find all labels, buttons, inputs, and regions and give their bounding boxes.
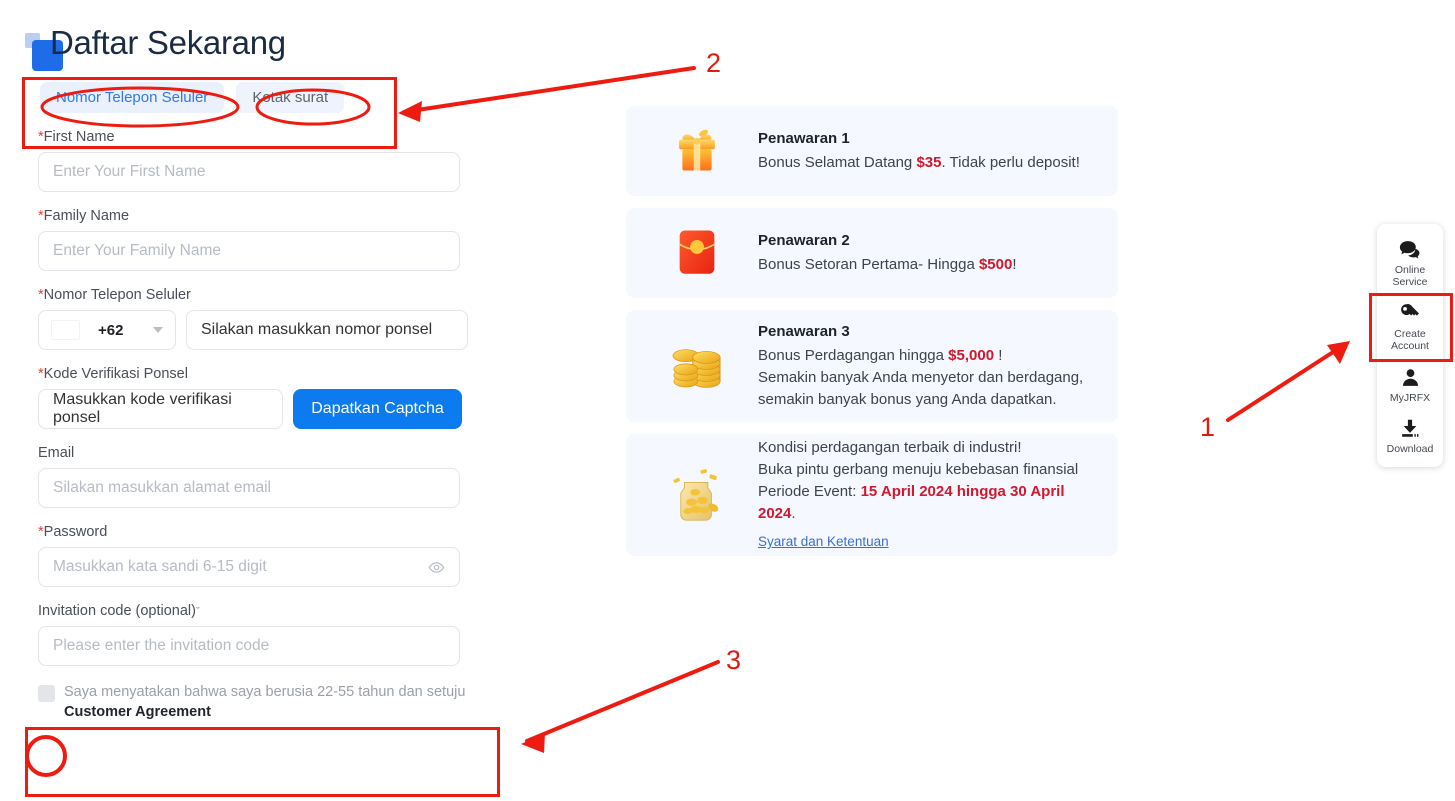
family-name-label: *Family Name xyxy=(38,208,130,224)
promotions-list: Penawaran 1 Bonus Selamat Datang $35. Ti… xyxy=(626,106,1118,568)
agreement-text: Saya menyatakan bahwa saya berusia 22-55… xyxy=(64,684,466,700)
chevron-down-icon: ˇ xyxy=(196,606,200,618)
tab-kotak-surat[interactable]: Kotak surat xyxy=(236,82,345,113)
annotation-number-2: 2 xyxy=(706,48,722,78)
annotation-arrow-1-line xyxy=(1226,343,1346,422)
event-card: Kondisi perdagangan terbaik di industri!… xyxy=(626,434,1118,556)
floating-side-widget: Online Service Create Account MyJRFX Dow… xyxy=(1377,224,1443,468)
annotation-arrow-3-head xyxy=(521,733,545,753)
event-line-2: Buka pintu gerbang menuju kebebasan fina… xyxy=(758,460,1079,478)
promo-line: Bonus Perdagangan hingga $5,000 ! xyxy=(758,346,1003,364)
gold-coins-icon xyxy=(660,340,734,392)
registration-method-tabs: Nomor Telepon Seluler Kotak surat xyxy=(40,82,468,113)
field-family-name: *Family Name Enter Your Family Name xyxy=(38,208,468,271)
promo-line-2: Semakin banyak Anda menyetor dan berdaga… xyxy=(758,369,1084,386)
event-period: Periode Event: 15 April 2024 hingga 30 A… xyxy=(758,482,1065,523)
annotation-arrow-3-line xyxy=(525,660,720,743)
promo-body: Penawaran 2 Bonus Setoran Pertama- Hingg… xyxy=(758,230,1017,276)
family-name-placeholder: Enter Your Family Name xyxy=(53,242,221,259)
password-label: *Password xyxy=(38,524,108,540)
eye-icon[interactable] xyxy=(428,559,445,576)
promo-title: Penawaran 3 xyxy=(758,322,850,340)
registration-form-panel: Daftar Sekarang Nomor Telepon Seluler Ko… xyxy=(25,24,468,720)
terms-and-conditions-link[interactable]: Syarat dan Ketentuan xyxy=(758,532,889,552)
invitation-placeholder: Please enter the invitation code xyxy=(53,637,270,654)
brand-row: Daftar Sekarang xyxy=(25,24,468,74)
promo-body: Penawaran 1 Bonus Selamat Datang $35. Ti… xyxy=(758,128,1080,174)
email-placeholder: Silakan masukkan alamat email xyxy=(53,479,271,496)
phone-number-input[interactable]: Silakan masukkan nomor ponsel xyxy=(186,310,468,350)
download-icon xyxy=(1399,417,1421,440)
verification-code-input[interactable]: Masukkan kode verifikasi ponsel xyxy=(38,389,283,429)
field-phone: *Nomor Telepon Seluler +62 Silakan masuk… xyxy=(38,287,468,350)
customer-agreement-link[interactable]: Customer Agreement xyxy=(64,704,465,720)
phone-label: *Nomor Telepon Seluler xyxy=(38,287,191,303)
user-icon xyxy=(1400,366,1421,389)
promo-card: Penawaran 3 Bonus Perdagangan hingga $5,… xyxy=(626,310,1118,422)
agreement-row: Saya menyatakan bahwa saya berusia 22-55… xyxy=(38,682,468,720)
annotation-number-3: 3 xyxy=(726,645,742,675)
verification-placeholder: Masukkan kode verifikasi ponsel xyxy=(53,391,232,426)
agreement-checkbox[interactable] xyxy=(38,685,55,702)
promo-card: Penawaran 1 Bonus Selamat Datang $35. Ti… xyxy=(626,106,1118,196)
country-code-select[interactable]: +62 xyxy=(38,310,176,350)
field-first-name: *First Name Enter Your First Name xyxy=(38,129,468,192)
phone-placeholder: Silakan masukkan nomor ponsel xyxy=(201,321,433,338)
event-body: Kondisi perdagangan terbaik di industri!… xyxy=(758,437,1084,554)
side-item-label: MyJRFX xyxy=(1389,391,1431,404)
side-item-label: Create Account xyxy=(1391,327,1429,353)
side-item-create-account[interactable]: Create Account xyxy=(1377,295,1443,359)
promo-line-3: semakin banyak bonus yang Anda dapatkan. xyxy=(758,391,1057,409)
field-password: *Password Masukkan kata sandi 6-15 digit xyxy=(38,524,468,587)
promo-title: Penawaran 1 xyxy=(758,129,850,147)
promo-title: Penawaran 2 xyxy=(758,231,850,249)
first-name-label: *First Name xyxy=(38,129,115,145)
annotation-box-agreement xyxy=(25,727,500,797)
verification-label: *Kode Verifikasi Ponsel xyxy=(38,366,188,382)
field-email: Email Silakan masukkan alamat email xyxy=(38,445,468,508)
gift-box-icon xyxy=(660,125,734,177)
country-dial-code: +62 xyxy=(98,321,124,339)
field-invitation-code: Invitation code (optional)ˇ Please enter… xyxy=(38,603,468,666)
invitation-label[interactable]: Invitation code (optional)ˇ xyxy=(38,603,468,619)
get-captcha-button[interactable]: Dapatkan Captcha xyxy=(293,389,462,429)
page-title: Daftar Sekarang xyxy=(50,24,286,61)
password-placeholder: Masukkan kata sandi 6-15 digit xyxy=(53,558,267,575)
tab-nomor-telepon-seluler[interactable]: Nomor Telepon Seluler xyxy=(40,82,225,113)
promo-card: Penawaran 2 Bonus Setoran Pertama- Hingg… xyxy=(626,208,1118,298)
family-name-input[interactable]: Enter Your Family Name xyxy=(38,231,460,271)
agreement-text-block: Saya menyatakan bahwa saya berusia 22-55… xyxy=(64,682,465,720)
first-name-placeholder: Enter Your First Name xyxy=(53,163,206,180)
promo-line: Bonus Setoran Pertama- Hingga $500! xyxy=(758,256,1017,273)
side-item-label: Download xyxy=(1386,442,1434,455)
chat-bubbles-icon xyxy=(1399,238,1422,261)
event-line-1: Kondisi perdagangan terbaik di industri! xyxy=(758,438,1022,456)
side-item-online-service[interactable]: Online Service xyxy=(1377,231,1443,295)
coin-jar-icon xyxy=(660,468,734,522)
annotation-number-1: 1 xyxy=(1200,412,1216,442)
red-envelope-icon xyxy=(660,227,734,279)
annotation-ellipse-checkbox xyxy=(25,735,67,777)
password-input[interactable]: Masukkan kata sandi 6-15 digit xyxy=(38,547,460,587)
email-input[interactable]: Silakan masukkan alamat email xyxy=(38,468,460,508)
annotation-arrow-1-head xyxy=(1327,341,1350,364)
promo-body: Penawaran 3 Bonus Perdagangan hingga $5,… xyxy=(758,321,1083,412)
side-item-download[interactable]: Download xyxy=(1377,410,1443,461)
invitation-code-input[interactable]: Please enter the invitation code xyxy=(38,626,460,666)
indonesia-flag-icon xyxy=(51,320,80,340)
chevron-down-icon xyxy=(153,327,163,333)
first-name-input[interactable]: Enter Your First Name xyxy=(38,152,460,192)
side-item-myjrfx[interactable]: MyJRFX xyxy=(1377,359,1443,410)
side-item-label: Online Service xyxy=(1392,264,1428,289)
field-verification-code: *Kode Verifikasi Ponsel Masukkan kode ve… xyxy=(38,366,468,429)
key-icon xyxy=(1399,302,1421,325)
promo-line: Bonus Selamat Datang $35. Tidak perlu de… xyxy=(758,154,1080,171)
email-label: Email xyxy=(38,445,75,461)
